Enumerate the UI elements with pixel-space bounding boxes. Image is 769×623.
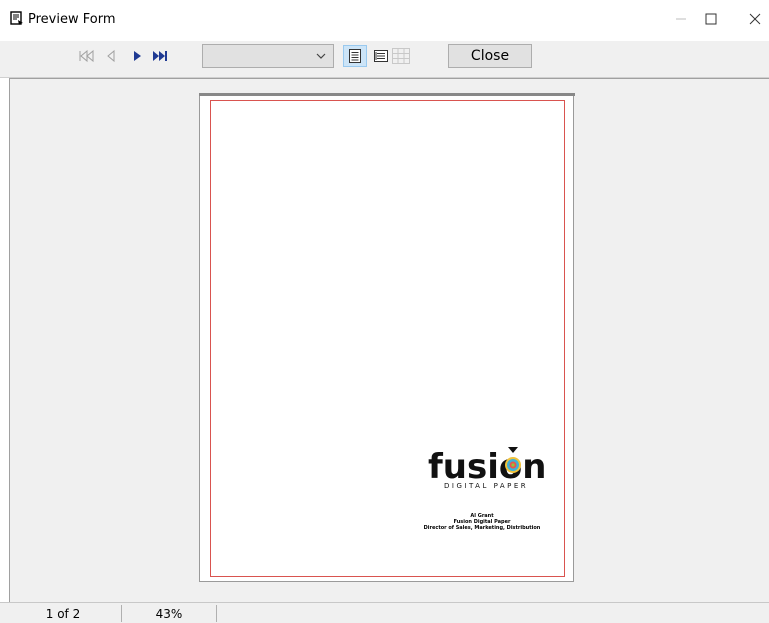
page-info: 1 of 2 [45,606,81,621]
page-margin-outline [210,100,565,577]
grid-view-button[interactable] [389,45,413,67]
preview-form-icon [10,11,24,25]
status-separator [216,605,217,622]
first-page-button[interactable] [76,45,98,67]
zoom-level: 43% [155,606,183,621]
previous-page-button[interactable] [100,45,122,67]
next-page-icon [134,51,141,61]
signature-block: Al Grant Fusion Digital Paper Director o… [400,513,564,531]
window-title: Preview Form [28,12,116,27]
minimize-button[interactable] [669,8,693,30]
minimize-icon [676,18,686,20]
page-edge [199,93,575,96]
grid-icon [392,48,410,64]
company-logo: fusion DIGITAL PAPER [424,444,564,494]
logo-tagline: DIGITAL PAPER [444,482,528,490]
close-button[interactable]: Close [448,44,532,68]
single-page-icon [349,49,361,63]
maximize-icon [705,13,717,25]
status-bar: 1 of 2 43% [0,602,769,623]
next-page-button[interactable] [126,45,148,67]
maximize-button[interactable] [699,8,723,30]
page-select[interactable] [202,44,334,68]
first-page-icon [79,49,94,63]
logo-wordmark: fusion [428,447,546,487]
status-separator [121,605,122,622]
close-window-button[interactable] [743,8,767,30]
signature-title: Director of Sales, Marketing, Distributi… [423,525,541,531]
last-page-icon [153,51,167,61]
previous-page-icon [107,49,115,63]
single-page-view-button[interactable] [343,45,367,67]
last-page-button[interactable] [150,45,172,67]
multi-page-icon [374,50,388,62]
chevron-down-icon [316,53,326,59]
close-icon [749,13,761,25]
title-bar: Preview Form [0,0,769,41]
